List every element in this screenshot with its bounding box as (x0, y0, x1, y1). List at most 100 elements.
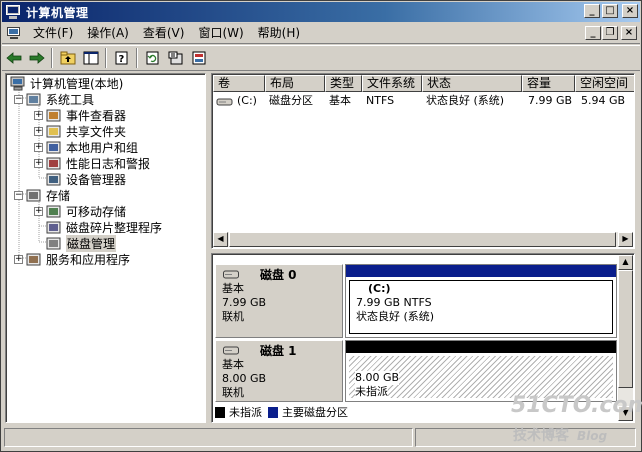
column-header-type[interactable]: 类型 (325, 75, 362, 92)
legend-label-primary: 主要磁盘分区 (282, 406, 348, 419)
expand-icon[interactable]: + (34, 142, 43, 152)
expand-icon[interactable]: + (14, 254, 23, 264)
collapse-icon[interactable]: − (14, 94, 23, 104)
column-header-status[interactable]: 状态 (422, 75, 522, 92)
title-bar[interactable]: 计算机管理 _ □ × (2, 2, 640, 22)
column-header-volume[interactable]: 卷 (213, 75, 265, 92)
tree-label: 磁盘管理 (66, 234, 117, 252)
disk-volume-block[interactable]: (C:) 7.99 GB NTFS 状态良好 (系统) (345, 264, 617, 338)
tree-item[interactable]: − 系统工具 (14, 91, 94, 107)
help-button[interactable]: ? (111, 47, 133, 69)
console-tree[interactable]: 计算机管理(本地) − 系统工具 + 事件查看器 + 共享文件夹 + 本地用户和组 + 性能日志和… (5, 73, 206, 423)
tree-label: 计算机管理(本地) (30, 76, 124, 91)
column-header-free-space[interactable]: 空闲空间 (575, 75, 634, 92)
watermark-sub: 技术博客 (513, 428, 569, 444)
users-icon (46, 140, 62, 155)
tree-label: 本地用户和组 (66, 140, 139, 155)
help-icon: ? (115, 51, 128, 65)
tree-label: 磁盘碎片整理程序 (66, 220, 163, 235)
expand-icon[interactable]: + (34, 158, 43, 168)
scroll-thumb[interactable] (229, 232, 616, 247)
computer-management-icon (5, 5, 21, 19)
scroll-up-button[interactable]: ▲ (618, 255, 633, 270)
column-header-layout[interactable]: 布局 (265, 75, 325, 92)
minimize-button[interactable]: _ (584, 4, 600, 18)
disk-row[interactable]: 磁盘 0 基本 7.99 GB 联机 (C:) 7.99 GB NTFS 状态良… (215, 264, 617, 338)
menu-file[interactable]: 文件(F) (26, 24, 80, 43)
defrag-icon (46, 220, 62, 235)
collapse-icon[interactable]: − (14, 190, 23, 200)
show-hide-tree-button[interactable] (80, 47, 102, 69)
toolbar-separator (105, 48, 107, 68)
expand-icon[interactable]: + (34, 206, 43, 216)
tree-item[interactable]: + 共享文件夹 (34, 123, 126, 139)
volume-status: 未指派 (355, 385, 388, 399)
legend-label-unallocated: 未指派 (229, 406, 262, 419)
child-restore-button[interactable]: ❐ (602, 26, 618, 40)
forward-icon (29, 52, 45, 64)
tree-item[interactable]: + 性能日志和警报 (34, 155, 150, 171)
storage-icon (26, 188, 42, 203)
tree-label: 存储 (46, 188, 71, 203)
tree-item[interactable]: 磁盘管理 (34, 234, 117, 252)
disk-management-icon (46, 236, 62, 251)
tree-label: 设备管理器 (66, 172, 127, 187)
volume-list[interactable]: 卷 布局 类型 文件系统 状态 容量 空闲空间 (C:) 磁盘分区 基本 NTF… (211, 73, 635, 249)
child-minimize-button[interactable]: _ (585, 26, 601, 40)
refresh-icon (146, 51, 159, 65)
disk-icon (223, 270, 239, 279)
scroll-right-button[interactable]: ▶ (618, 232, 633, 247)
export-button[interactable] (188, 47, 210, 69)
column-header-capacity[interactable]: 容量 (522, 75, 575, 92)
status-pane (4, 428, 413, 447)
tree-item[interactable]: − 存储 (14, 187, 70, 203)
removable-storage-icon (46, 204, 62, 219)
legend-swatch-primary (268, 406, 278, 418)
tree-item[interactable]: + 本地用户和组 (34, 139, 138, 155)
menu-view[interactable]: 查看(V) (136, 24, 192, 43)
disk-row[interactable]: 磁盘 1 基本 8.00 GB 联机 8.00 GB 未指派 (215, 340, 617, 402)
tree-item[interactable]: + 服务和应用程序 (14, 251, 130, 267)
column-header-filesystem[interactable]: 文件系统 (362, 75, 422, 92)
maximize-button[interactable]: □ (602, 4, 618, 18)
shared-folder-icon (46, 124, 62, 139)
tree-item[interactable]: 设备管理器 (34, 171, 126, 187)
up-button[interactable] (57, 47, 79, 69)
tree-root[interactable]: 计算机管理(本地) (10, 75, 123, 91)
disk-info-panel[interactable]: 磁盘 1 基本 8.00 GB 联机 (215, 340, 343, 402)
cell-layout: 磁盘分区 (269, 94, 313, 107)
horizontal-scrollbar[interactable]: ◀ ▶ (213, 232, 633, 247)
scroll-left-button[interactable]: ◀ (213, 232, 228, 247)
disk-size: 8.00 GB (222, 372, 267, 385)
device-manager-icon (46, 172, 62, 187)
cell-volume: (C:) (237, 94, 257, 107)
menu-help[interactable]: 帮助(H) (251, 24, 307, 43)
unallocated-bar (346, 341, 616, 353)
refresh-button[interactable] (142, 47, 164, 69)
tree-label: 系统工具 (46, 92, 95, 107)
back-button[interactable] (3, 47, 25, 69)
disk-info-panel[interactable]: 磁盘 0 基本 7.99 GB 联机 (215, 264, 343, 338)
scroll-thumb[interactable] (618, 270, 633, 388)
watermark-blog: Blog (577, 429, 608, 443)
expand-icon[interactable]: + (34, 126, 43, 136)
child-close-button[interactable]: × (621, 26, 637, 40)
expand-icon[interactable]: + (34, 110, 43, 120)
disk-name: 磁盘 1 (260, 344, 297, 358)
disk-size: 7.99 GB (222, 296, 267, 309)
menu-window[interactable]: 窗口(W) (191, 24, 250, 43)
performance-icon (46, 156, 62, 171)
close-button[interactable]: × (622, 4, 638, 18)
toolbar: ? (2, 45, 640, 71)
show-hide-tree-icon (83, 51, 99, 65)
child-window-icon[interactable] (6, 26, 22, 40)
tree-item[interactable]: + 可移动存储 (34, 203, 126, 219)
tree-item[interactable]: + 事件查看器 (34, 107, 126, 123)
tree-item[interactable]: 磁盘碎片整理程序 (34, 219, 162, 235)
properties-button[interactable] (165, 47, 187, 69)
menu-action[interactable]: 操作(A) (80, 24, 136, 43)
forward-button[interactable] (26, 47, 48, 69)
cell-capacity: 7.99 GB (528, 94, 573, 107)
computer-management-icon (10, 76, 26, 91)
volume-status: 状态良好 (系统) (356, 310, 435, 323)
